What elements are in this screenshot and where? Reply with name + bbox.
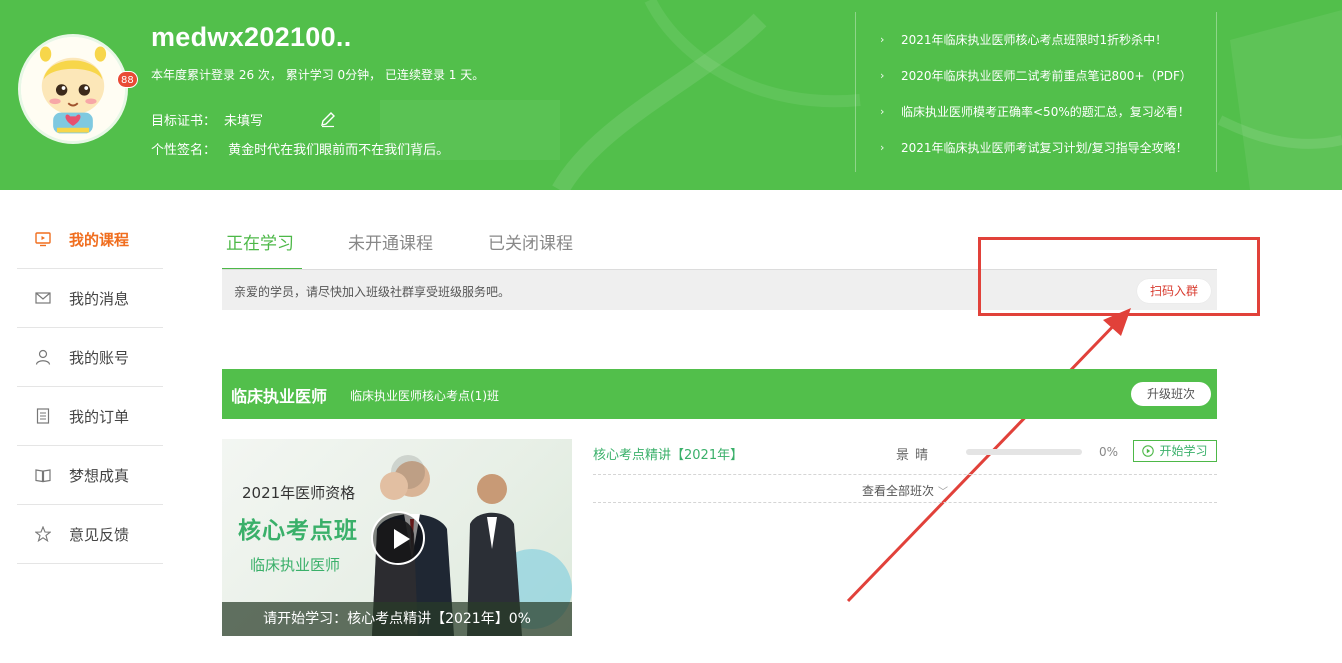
news-item-text: 2020年临床执业医师二试考前重点笔记800+（PDF） xyxy=(901,69,1192,83)
target-certificate: 目标证书： 未填写 xyxy=(151,110,263,129)
view-all-label: 查看全部班次 xyxy=(862,484,935,498)
username: medwx202100.. xyxy=(151,22,352,52)
lesson-title[interactable]: 核心考点精讲【2021年】 xyxy=(593,444,743,463)
play-icon[interactable] xyxy=(371,511,425,565)
row-divider xyxy=(593,502,1217,503)
annotation-highlight-box xyxy=(978,237,1260,316)
star-icon xyxy=(35,526,51,542)
start-learning-label: 开始学习 xyxy=(1159,444,1208,458)
news-item[interactable]: › 临床执业医师模考正确率<50%的题汇总，复习必看！ xyxy=(880,103,1190,120)
chevron-down-icon: ﹀ xyxy=(938,487,949,498)
lesson-row: 核心考点精讲【2021年】 景晴 0% 开始学习 xyxy=(593,439,1217,467)
course-header-bar: 临床执业医师 临床执业医师核心考点(1)班 升级班次 xyxy=(222,369,1217,419)
news-list: › 2021年临床执业医师核心考点班限时1折秒杀中！ › 2020年临床执业医师… xyxy=(855,12,1217,172)
edit-pencil-icon[interactable] xyxy=(319,110,337,128)
target-certificate-label: 目标证书： xyxy=(151,114,217,129)
signature-value: 黄金时代在我们眼前而不在我们背后。 xyxy=(228,143,450,158)
sidebar-item-label: 梦想成真 xyxy=(69,466,130,485)
progress-percent: 0% xyxy=(1099,445,1119,459)
notice-text: 亲爱的学员，请尽快加入班级社群享受班级服务吧。 xyxy=(234,285,511,299)
news-item-text: 2021年临床执业医师核心考点班限时1折秒杀中！ xyxy=(901,33,1168,47)
sidebar-item-my-messages[interactable]: 我的消息 xyxy=(17,269,163,328)
start-learning-button[interactable]: 开始学习 xyxy=(1133,440,1217,462)
tab-not-activated[interactable]: 未开通课程 xyxy=(348,229,433,254)
sidebar-item-dream-come-true[interactable]: 梦想成真 xyxy=(17,446,163,505)
news-item-text: 临床执业医师模考正确率<50%的题汇总，复习必看！ xyxy=(901,105,1190,119)
sidebar-item-my-courses[interactable]: 我的课程 xyxy=(17,210,163,269)
sidebar-item-label: 我的课程 xyxy=(69,230,130,249)
thumbnail-title: 核心考点班 xyxy=(238,518,358,544)
course-name: 临床执业医师 xyxy=(231,387,328,406)
sidebar-item-label: 我的账号 xyxy=(69,348,130,367)
news-item-text: 2021年临床执业医师考试复习计划/复习指导全攻略！ xyxy=(901,141,1188,155)
news-item[interactable]: › 2021年临床执业医师考试复习计划/复习指导全攻略！ xyxy=(880,139,1188,156)
view-all-classes-link[interactable]: 查看全部班次 ﹀ xyxy=(862,482,948,499)
user-icon xyxy=(35,349,51,365)
chevron-right-icon: › xyxy=(880,105,885,118)
tab-closed[interactable]: 已关闭课程 xyxy=(488,229,573,254)
sidebar-item-my-account[interactable]: 我的账号 xyxy=(17,328,163,387)
sidebar-item-label: 意见反馈 xyxy=(69,525,130,544)
monitor-icon xyxy=(35,232,51,247)
sidebar-item-label: 我的消息 xyxy=(69,289,130,308)
chevron-right-icon: › xyxy=(880,69,885,82)
signature-label: 个性签名： xyxy=(151,143,217,158)
thumbnail-caption[interactable]: 请开始学习：核心考点精讲【2021年】0% xyxy=(222,602,572,636)
message-count-badge: 88 xyxy=(117,71,138,88)
class-name: 临床执业医师核心考点(1)班 xyxy=(350,389,499,403)
avatar[interactable] xyxy=(18,34,128,144)
tab-studying[interactable]: 正在学习 xyxy=(226,229,294,254)
course-thumbnail[interactable]: 2021年医师资格 核心考点班 临床执业医师 请开始学习：核心考点精讲【2021… xyxy=(222,439,572,636)
sidebar-item-my-orders[interactable]: 我的订单 xyxy=(17,387,163,446)
mail-icon xyxy=(35,292,51,304)
sidebar-item-feedback[interactable]: 意见反馈 xyxy=(17,505,163,564)
lesson-progress-bar xyxy=(966,449,1082,455)
sidebar-item-label: 我的订单 xyxy=(69,407,130,426)
login-stats: 本年度累计登录 26 次， 累计学习 0分钟， 已连续登录 1 天。 xyxy=(151,68,485,82)
news-item[interactable]: › 2021年临床执业医师核心考点班限时1折秒杀中！ xyxy=(880,31,1167,48)
teacher-name: 景晴 xyxy=(896,448,935,463)
personal-signature: 个性签名： 黄金时代在我们眼前而不在我们背后。 xyxy=(151,139,449,158)
play-circle-icon xyxy=(1142,445,1155,457)
chevron-right-icon: › xyxy=(880,33,885,46)
sidebar-nav: 我的课程 我的消息 我的账号 我的订单 梦想成真 意见反馈 xyxy=(17,210,163,564)
thumbnail-subtitle: 2021年医师资格 xyxy=(242,484,356,502)
target-certificate-value: 未填写 xyxy=(224,114,264,129)
bee-mascot-icon xyxy=(21,37,125,141)
document-icon xyxy=(36,408,50,424)
book-icon xyxy=(35,469,51,483)
profile-header: medwx202100.. 本年度累计登录 26 次， 累计学习 0分钟， 已连… xyxy=(0,0,1342,190)
upgrade-class-button[interactable]: 升级班次 xyxy=(1131,382,1211,406)
news-item[interactable]: › 2020年临床执业医师二试考前重点笔记800+（PDF） xyxy=(880,67,1192,84)
thumbnail-category: 临床执业医师 xyxy=(250,556,341,574)
chevron-right-icon: › xyxy=(880,141,885,154)
row-divider xyxy=(593,474,1217,475)
